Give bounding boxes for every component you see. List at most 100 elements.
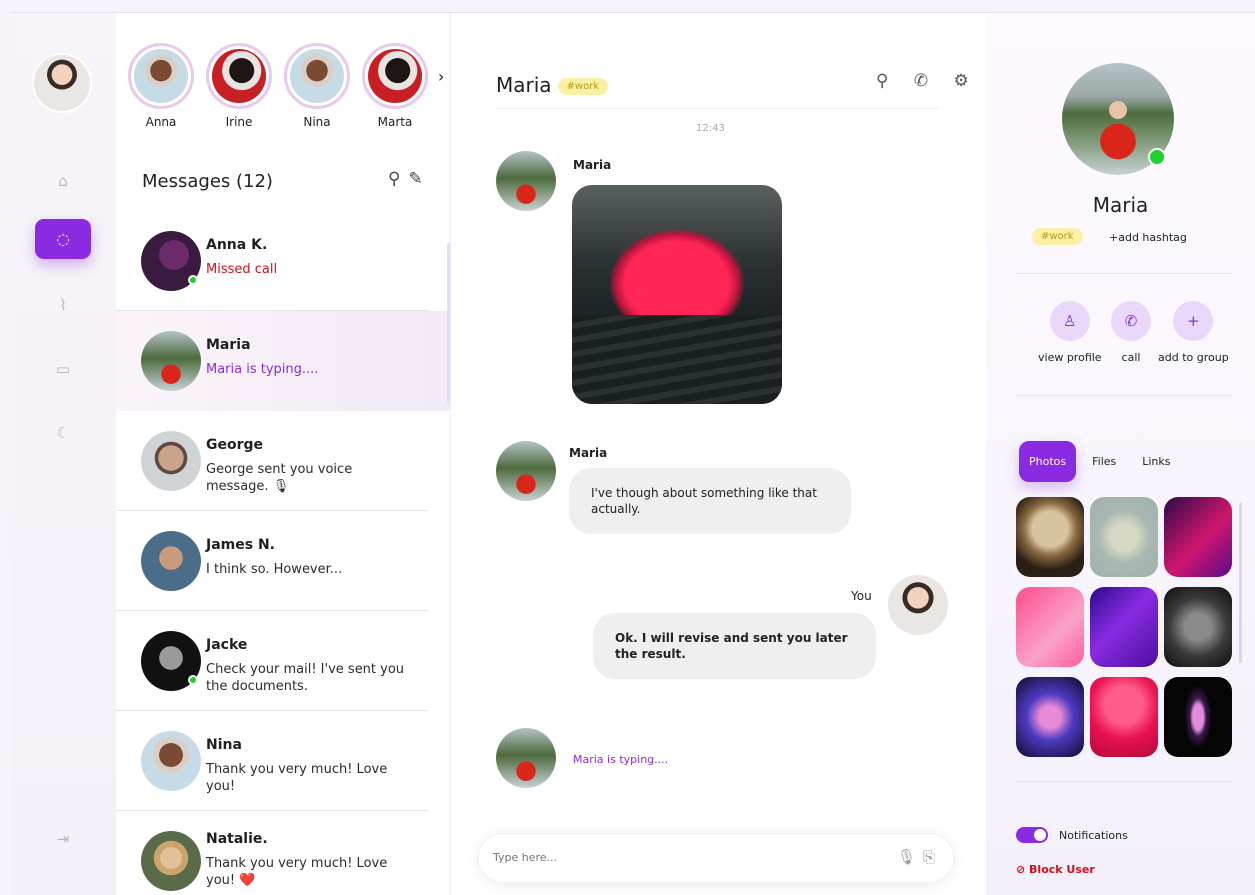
chevron-right-icon[interactable]: › (438, 67, 444, 86)
divider (496, 108, 938, 109)
online-indicator (188, 675, 198, 685)
story-nina[interactable]: Nina (284, 43, 350, 129)
avatar (141, 831, 201, 891)
chat-contact-name: Maria (496, 73, 552, 97)
microphone-icon[interactable]: 🎙 (897, 848, 916, 866)
story-anna[interactable]: Anna (128, 43, 194, 129)
activity-icon[interactable]: ⌇ (35, 285, 91, 325)
message-preview: I think so. However... (206, 562, 343, 577)
video-icon[interactable]: ▭ (35, 349, 91, 389)
conversation-item[interactable]: James N. I think so. However... (116, 511, 429, 611)
app-window: ⌂ ◌ ⌇ ▭ ☾ ⇥ Anna Irine Nina Marta › Mess… (10, 12, 1255, 895)
add-to-group-button[interactable]: + add to group (1158, 301, 1229, 364)
profile-name: Maria (1092, 193, 1149, 217)
gallery-photo[interactable] (1016, 497, 1084, 577)
view-profile-button[interactable]: ♙ view profile (1038, 301, 1102, 364)
message-input[interactable] (493, 851, 873, 864)
avatar (141, 731, 201, 791)
avatar (290, 49, 344, 103)
profile-panel: Maria #work +add hashtag ♙ view profile … (986, 13, 1255, 895)
divider (1016, 273, 1231, 274)
phone-icon: ✆ (1111, 301, 1151, 341)
message-sender: You (851, 589, 872, 603)
conversation-item[interactable]: George George sent you voice message. 🎙 (116, 411, 429, 511)
tab-links[interactable]: Links (1132, 441, 1180, 482)
divider (1016, 781, 1231, 782)
home-icon[interactable]: ⌂ (35, 161, 91, 201)
notifications-label: Notifications (1059, 829, 1128, 842)
message-composer: 🎙 ⎘ (478, 833, 954, 883)
chat-header: Maria #work (496, 73, 609, 97)
conversation-column: Anna Irine Nina Marta › Messages (12) ⚲✎ (116, 13, 451, 895)
gallery-photo[interactable] (1090, 677, 1158, 757)
conversation-item[interactable]: Anna K. Missed call (116, 211, 429, 311)
typing-indicator: Maria is typing.... (573, 753, 669, 766)
contact-name: Maria (206, 337, 251, 353)
plus-icon: + (1173, 301, 1214, 341)
block-user-button[interactable]: ⊘ Block User (1016, 863, 1095, 876)
message-preview: Maria is typing.... (206, 362, 319, 377)
hashtag-badge[interactable]: #work (557, 78, 609, 95)
messages-actions: ⚲✎ (388, 169, 431, 189)
media-tabs: Photos Files Links (1019, 441, 1187, 482)
avatar (496, 441, 556, 501)
nav-rail: ⌂ ◌ ⌇ ▭ ☾ ⇥ (10, 13, 116, 895)
add-hashtag-link[interactable]: +add hashtag (1109, 231, 1187, 244)
message-preview: Missed call (206, 262, 278, 277)
story-irine[interactable]: Irine (206, 43, 272, 129)
message-bubble: Ok. I will revise and sent you later the… (593, 613, 876, 679)
gallery-photo[interactable] (1090, 497, 1158, 577)
contact-name: George (206, 437, 264, 453)
shared-photo[interactable] (572, 185, 782, 404)
avatar (212, 49, 266, 103)
tab-photos[interactable]: Photos (1019, 441, 1077, 482)
message-preview: Thank you very much! Love you! (206, 762, 388, 794)
attach-icon[interactable]: ⎘ (923, 848, 935, 866)
gallery-photo[interactable] (1164, 587, 1232, 667)
chat-actions[interactable]: ⚲ ✆ ⚙ (876, 71, 979, 91)
moon-icon[interactable]: ☾ (35, 413, 91, 453)
conversation-item[interactable]: Nina Thank you very much! Love you! (116, 711, 429, 811)
notifications-toggle[interactable] (1016, 827, 1048, 843)
message-preview: George sent you voice message. 🎙 (206, 462, 353, 494)
avatar (134, 49, 188, 103)
scrollbar[interactable] (1239, 503, 1242, 663)
contact-name: Anna K. (206, 237, 268, 253)
conversation-item-selected[interactable]: Maria Maria is typing.... (116, 311, 451, 411)
chat-icon[interactable]: ◌ (35, 219, 91, 259)
contact-name: Nina (206, 737, 242, 753)
story-marta[interactable]: Marta (362, 43, 428, 129)
gallery-photo[interactable] (1016, 677, 1084, 757)
stories-bar: Anna Irine Nina Marta › (128, 43, 448, 143)
conversation-item[interactable]: Jacke Check your mail! I've sent you the… (116, 611, 429, 711)
action-label: add to group (1158, 351, 1229, 364)
divider (1016, 395, 1231, 396)
timestamp: 12:43 (696, 123, 725, 134)
story-name: Nina (303, 115, 331, 129)
conversation-item[interactable]: Natalie. Thank you very much! Love you! … (116, 811, 429, 895)
avatar (496, 728, 556, 788)
online-indicator (1148, 148, 1166, 166)
call-button[interactable]: ✆ call (1111, 301, 1151, 364)
message-preview: Check your mail! I've sent you the docum… (206, 662, 405, 694)
gallery-photo[interactable] (1016, 587, 1084, 667)
gallery-photo[interactable] (1164, 497, 1232, 577)
user-avatar[interactable] (32, 53, 92, 113)
search-icon[interactable]: ⚲ (388, 169, 408, 189)
avatar (888, 575, 948, 635)
logout-icon[interactable]: ⇥ (35, 819, 91, 859)
action-label: view profile (1038, 351, 1102, 364)
action-label: call (1121, 351, 1141, 364)
compose-icon[interactable]: ✎ (408, 169, 430, 189)
chat-panel: Maria #work ⚲ ✆ ⚙ 12:43 Maria Maria I've … (451, 13, 986, 895)
avatar (141, 531, 201, 591)
hashtag-badge[interactable]: #work (1032, 228, 1083, 245)
scrollbar[interactable] (447, 243, 450, 403)
gallery-photo[interactable] (1090, 587, 1158, 667)
conversation-list: Anna K. Missed call Maria Maria is typin… (116, 211, 451, 895)
message-sender: Maria (573, 158, 612, 172)
avatar (141, 431, 201, 491)
tab-files[interactable]: Files (1082, 441, 1126, 482)
message-sender: Maria (569, 446, 608, 460)
gallery-photo[interactable] (1164, 677, 1232, 757)
